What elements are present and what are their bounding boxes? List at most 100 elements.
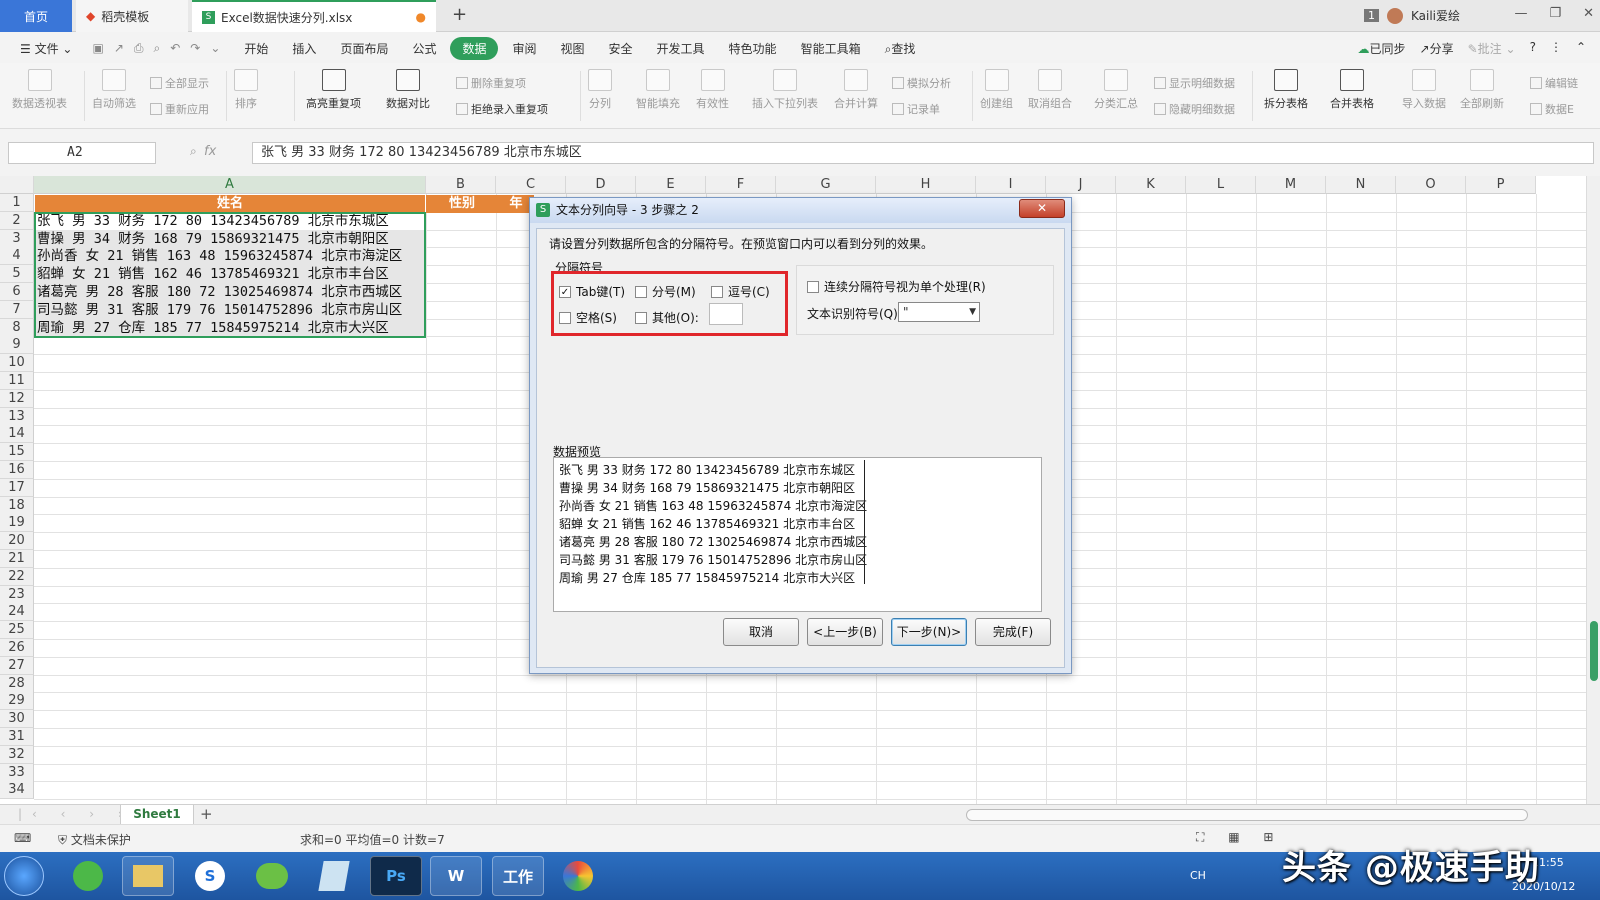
reapply-button[interactable]: 重新应用 bbox=[150, 101, 209, 117]
language-indicator[interactable]: CH bbox=[1190, 869, 1206, 882]
table-row[interactable]: 诸葛亮 男 28 客服 180 72 13025469874 北京市西城区 bbox=[35, 283, 425, 301]
wechat-icon[interactable] bbox=[246, 856, 298, 896]
refresh-button[interactable]: 全部刷新 bbox=[1460, 69, 1504, 111]
finish-button[interactable]: 完成(F) bbox=[975, 618, 1051, 646]
avatar[interactable] bbox=[1387, 7, 1403, 24]
other-checkbox[interactable]: 其他(O): bbox=[635, 309, 699, 326]
row-header[interactable]: 20 bbox=[0, 532, 34, 551]
dialog-title-bar[interactable]: S 文本分列向导 - 3 步骤之 2 ✕ bbox=[530, 198, 1071, 223]
restore-icon[interactable]: ❐ bbox=[1549, 6, 1561, 21]
row-header[interactable]: 17 bbox=[0, 478, 34, 497]
row-header[interactable]: 16 bbox=[0, 461, 34, 479]
help-icon[interactable]: ? bbox=[1530, 40, 1536, 57]
table-row[interactable]: 司马懿 男 31 客服 179 76 15014752896 北京市房山区 bbox=[35, 300, 425, 319]
column-header-o[interactable]: O bbox=[1396, 176, 1466, 194]
column-header-k[interactable]: K bbox=[1116, 176, 1186, 194]
back-button[interactable]: <上一步(B) bbox=[807, 618, 883, 646]
notepad-icon[interactable] bbox=[308, 856, 360, 896]
row-header[interactable]: 29 bbox=[0, 692, 34, 711]
search-button[interactable]: ⌕查找 bbox=[875, 37, 926, 60]
row-header[interactable]: 14 bbox=[0, 425, 34, 444]
dropdown-button[interactable]: 插入下拉列表 bbox=[752, 69, 818, 111]
account-area[interactable]: 1 Kaili爱绘 bbox=[1364, 7, 1460, 24]
edit-link-button[interactable]: 编辑链 bbox=[1530, 75, 1578, 91]
table-row[interactable]: 曹操 男 34 财务 168 79 15869321475 北京市朝阳区 bbox=[35, 229, 425, 248]
add-sheet-icon[interactable]: + bbox=[200, 805, 213, 823]
import-button[interactable]: 导入数据 bbox=[1402, 69, 1446, 111]
redo-icon[interactable]: ↷ bbox=[190, 41, 200, 56]
row-header[interactable]: 31 bbox=[0, 728, 34, 746]
smart-fill-button[interactable]: 智能填充 bbox=[636, 69, 680, 111]
menu-data[interactable]: 数据 bbox=[450, 36, 499, 60]
table-row[interactable]: 孙尚香 女 21 销售 163 48 15963245874 北京市海淀区 bbox=[35, 247, 425, 266]
photoshop-icon[interactable]: Ps bbox=[370, 856, 422, 896]
comment-button[interactable]: ✎批注 ⌄ bbox=[1468, 40, 1516, 57]
view-mode-icons[interactable]: ⛶ ▦ ⊞ bbox=[1196, 830, 1283, 845]
close-icon[interactable]: ✕ bbox=[1583, 6, 1594, 21]
row-header[interactable]: 8 bbox=[0, 318, 34, 337]
record-button[interactable]: 记录单 bbox=[892, 101, 940, 117]
menu-formula[interactable]: 公式 bbox=[402, 37, 446, 60]
merge-table-button[interactable]: 合并表格 bbox=[1330, 69, 1374, 111]
comma-checkbox[interactable]: 逗号(C) bbox=[711, 283, 770, 300]
unsaved-dot-icon[interactable]: ● bbox=[416, 10, 426, 24]
row-header[interactable]: 19 bbox=[0, 514, 34, 533]
fx-icon[interactable]: fx bbox=[204, 144, 216, 159]
row-header[interactable]: 28 bbox=[0, 674, 34, 693]
menu-start[interactable]: 开始 bbox=[234, 37, 278, 60]
menu-page-layout[interactable]: 页面布局 bbox=[330, 37, 398, 60]
other-delimiter-input[interactable] bbox=[709, 303, 743, 325]
header-cell-name[interactable]: 姓名 bbox=[35, 195, 425, 213]
table-row[interactable]: 张飞 男 33 财务 172 80 13423456789 北京市东城区 bbox=[35, 212, 425, 230]
column-header-h[interactable]: H bbox=[876, 176, 976, 194]
refresh-app-icon[interactable] bbox=[62, 856, 114, 896]
split-button[interactable]: 分列 bbox=[588, 69, 612, 111]
column-header-p[interactable]: P bbox=[1466, 176, 1536, 194]
column-header-a[interactable]: A bbox=[34, 176, 426, 194]
close-icon[interactable]: ✕ bbox=[1019, 199, 1065, 218]
name-box[interactable]: A2 bbox=[8, 142, 156, 164]
row-header[interactable]: 9 bbox=[0, 336, 34, 355]
macro-icon[interactable]: ⌨ bbox=[14, 831, 31, 845]
row-header[interactable]: 33 bbox=[0, 763, 34, 782]
row-header[interactable]: 5 bbox=[0, 265, 34, 284]
column-header-f[interactable]: F bbox=[706, 176, 776, 194]
data-more-button[interactable]: 数据E bbox=[1530, 101, 1574, 117]
tab-home[interactable]: 首页 bbox=[0, 0, 72, 32]
sort-button[interactable]: 排序 bbox=[234, 69, 258, 111]
undo-icon[interactable]: ↶ bbox=[170, 41, 180, 56]
row-header[interactable]: 27 bbox=[0, 656, 34, 675]
scroll-thumb[interactable] bbox=[1590, 621, 1598, 681]
preview-icon[interactable]: ⌕ bbox=[153, 41, 160, 56]
row-header[interactable]: 23 bbox=[0, 585, 34, 604]
minimize-icon[interactable]: — bbox=[1514, 6, 1527, 21]
share-button[interactable]: ↗分享 bbox=[1420, 40, 1454, 57]
row-header[interactable]: 6 bbox=[0, 283, 34, 301]
row-header[interactable]: 26 bbox=[0, 639, 34, 657]
pivot-button[interactable]: 数据透视表 bbox=[12, 69, 67, 111]
remove-dup-button[interactable]: 删除重复项 bbox=[456, 75, 526, 91]
showall-button[interactable]: 全部显示 bbox=[150, 75, 209, 91]
show-detail-button[interactable]: 显示明细数据 bbox=[1154, 75, 1235, 91]
protect-status[interactable]: ⛨ 文档未保护 bbox=[58, 831, 131, 848]
save-icon[interactable]: ▣ bbox=[92, 41, 103, 56]
start-button[interactable] bbox=[4, 856, 44, 896]
header-cell-gender[interactable]: 性别 bbox=[426, 195, 498, 213]
compare-button[interactable]: 数据对比 bbox=[386, 69, 430, 111]
menu-view[interactable]: 视图 bbox=[551, 37, 595, 60]
column-header-b[interactable]: B bbox=[426, 176, 496, 194]
consolidate-button[interactable]: 合并计算 bbox=[834, 69, 878, 111]
sync-button[interactable]: ☁已同步 bbox=[1358, 40, 1406, 57]
row-header[interactable]: 18 bbox=[0, 496, 34, 515]
horizontal-scrollbar[interactable] bbox=[966, 809, 1528, 821]
print-icon[interactable]: ⎙ bbox=[134, 41, 144, 56]
menu-insert[interactable]: 插入 bbox=[282, 37, 326, 60]
color-app-icon[interactable] bbox=[552, 856, 604, 896]
menu-review[interactable]: 审阅 bbox=[502, 37, 546, 60]
qualifier-select[interactable]: " ▼ bbox=[898, 302, 980, 322]
column-header-c[interactable]: C bbox=[496, 176, 566, 194]
more-menu-icon[interactable]: ⋮ bbox=[1550, 40, 1562, 57]
select-all-corner[interactable] bbox=[0, 176, 34, 194]
group-button[interactable]: 创建组 bbox=[980, 69, 1013, 111]
menu-smart-tools[interactable]: 智能工具箱 bbox=[791, 37, 871, 60]
